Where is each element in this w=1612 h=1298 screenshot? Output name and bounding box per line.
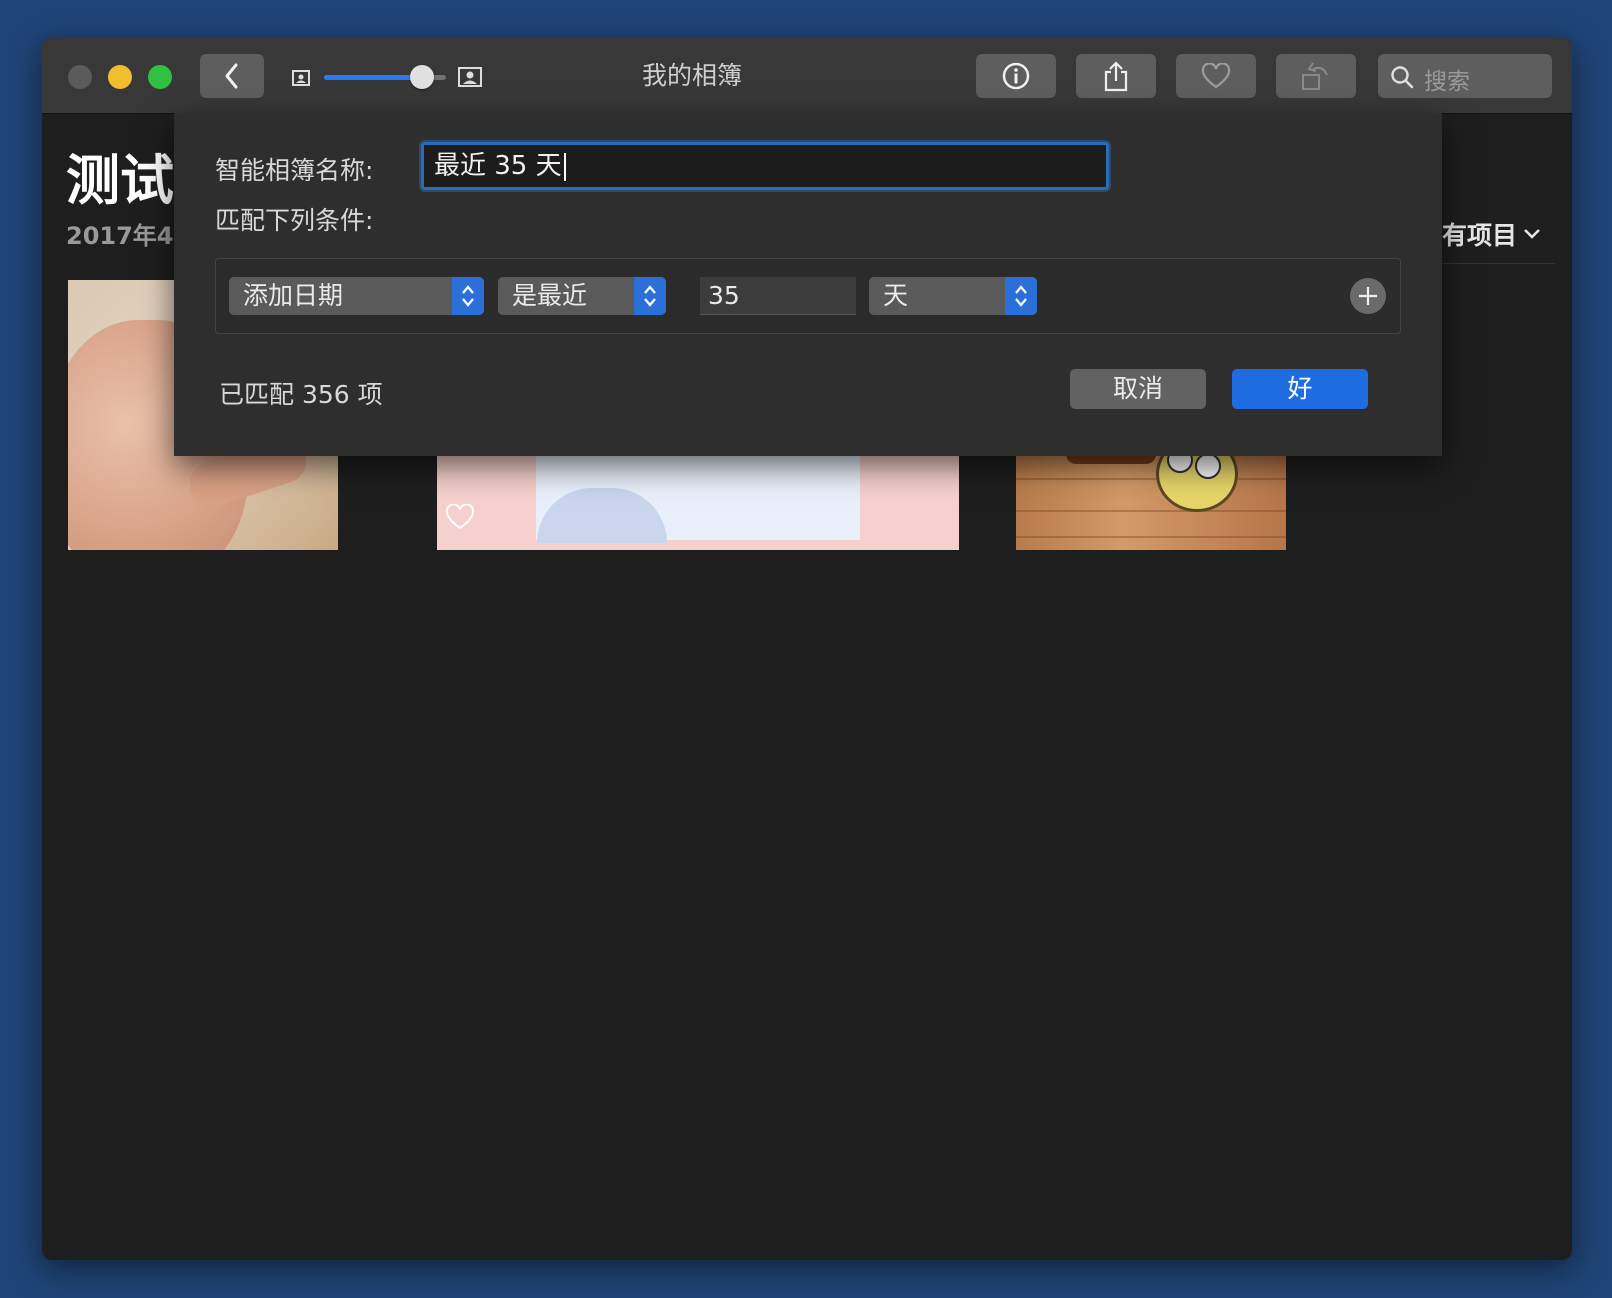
rule-operator-value: 是最近 bbox=[512, 281, 588, 310]
photos-window: 我的相簿 搜索 测试 2017年4 有项目 智能相簿名称: 最近 35 天 匹配… bbox=[42, 38, 1572, 1260]
rule-field-value: 添加日期 bbox=[243, 281, 344, 310]
ok-button[interactable]: 好 bbox=[1232, 369, 1368, 409]
heart-icon bbox=[445, 504, 475, 530]
match-conditions-label: 匹配下列条件: bbox=[215, 206, 374, 235]
rule-field-select[interactable]: 添加日期 bbox=[229, 277, 484, 315]
rotate-icon bbox=[1302, 62, 1328, 90]
cancel-button[interactable]: 取消 bbox=[1070, 369, 1206, 409]
divider bbox=[1437, 263, 1555, 264]
heart-icon bbox=[1201, 63, 1231, 89]
close-window-button[interactable] bbox=[68, 65, 92, 89]
back-button[interactable] bbox=[200, 54, 264, 98]
rule-value-input[interactable]: 35 bbox=[700, 277, 856, 315]
favorite-button[interactable] bbox=[1176, 54, 1256, 98]
minimize-window-button[interactable] bbox=[108, 65, 132, 89]
chevron-down-icon bbox=[1524, 229, 1540, 239]
plus-icon bbox=[1359, 287, 1377, 305]
chevron-left-icon bbox=[225, 63, 238, 89]
photo-content bbox=[1016, 510, 1286, 512]
photo-content bbox=[1156, 448, 1238, 512]
text-caret bbox=[563, 152, 566, 181]
share-icon bbox=[1104, 61, 1128, 92]
small-photo-icon bbox=[292, 70, 310, 86]
photo-content bbox=[1016, 536, 1286, 538]
slider-track[interactable] bbox=[324, 65, 446, 89]
photo-content bbox=[1195, 453, 1221, 479]
search-icon bbox=[1391, 66, 1414, 89]
album-name-input[interactable]: 最近 35 天 bbox=[421, 142, 1109, 190]
add-rule-button[interactable] bbox=[1350, 278, 1386, 314]
info-icon bbox=[1002, 62, 1030, 90]
matched-count: 已匹配 356 项 bbox=[219, 380, 383, 409]
share-button[interactable] bbox=[1076, 54, 1156, 98]
photo-thumbnail[interactable] bbox=[1016, 448, 1286, 550]
show-filter-label: 有项目 bbox=[1442, 221, 1518, 250]
album-name-label: 智能相簿名称: bbox=[215, 156, 374, 185]
show-items-filter[interactable]: 有项目 bbox=[1442, 216, 1541, 252]
rule-unit-value: 天 bbox=[883, 281, 909, 310]
slider-fill bbox=[324, 75, 422, 80]
updown-arrows-icon bbox=[1005, 277, 1037, 315]
search-field[interactable]: 搜索 bbox=[1378, 54, 1552, 98]
zoom-window-button[interactable] bbox=[148, 65, 172, 89]
album-title: 测试 bbox=[66, 149, 174, 212]
updown-arrows-icon bbox=[452, 277, 484, 315]
smart-album-dialog: 智能相簿名称: 最近 35 天 匹配下列条件: 添加日期 是最近 35 天 已匹… bbox=[174, 113, 1442, 456]
rule-operator-select[interactable]: 是最近 bbox=[498, 277, 666, 315]
window-title: 我的相簿 bbox=[641, 61, 742, 90]
rotate-button[interactable] bbox=[1276, 54, 1356, 98]
title-bar: 我的相簿 搜索 bbox=[42, 38, 1572, 114]
info-button[interactable] bbox=[976, 54, 1056, 98]
photo-content bbox=[1016, 478, 1286, 480]
rule-row: 添加日期 是最近 35 天 bbox=[215, 258, 1401, 334]
album-date-range: 2017年4 bbox=[66, 222, 174, 250]
rule-unit-select[interactable]: 天 bbox=[869, 277, 1037, 315]
photo-thumbnail[interactable] bbox=[437, 448, 959, 550]
updown-arrows-icon bbox=[634, 277, 666, 315]
album-name-value: 最近 35 天 bbox=[434, 151, 562, 181]
search-placeholder: 搜索 bbox=[1424, 69, 1470, 95]
thumbnail-size-slider[interactable] bbox=[292, 62, 488, 92]
large-photo-icon bbox=[458, 67, 482, 87]
slider-knob[interactable] bbox=[409, 65, 434, 89]
